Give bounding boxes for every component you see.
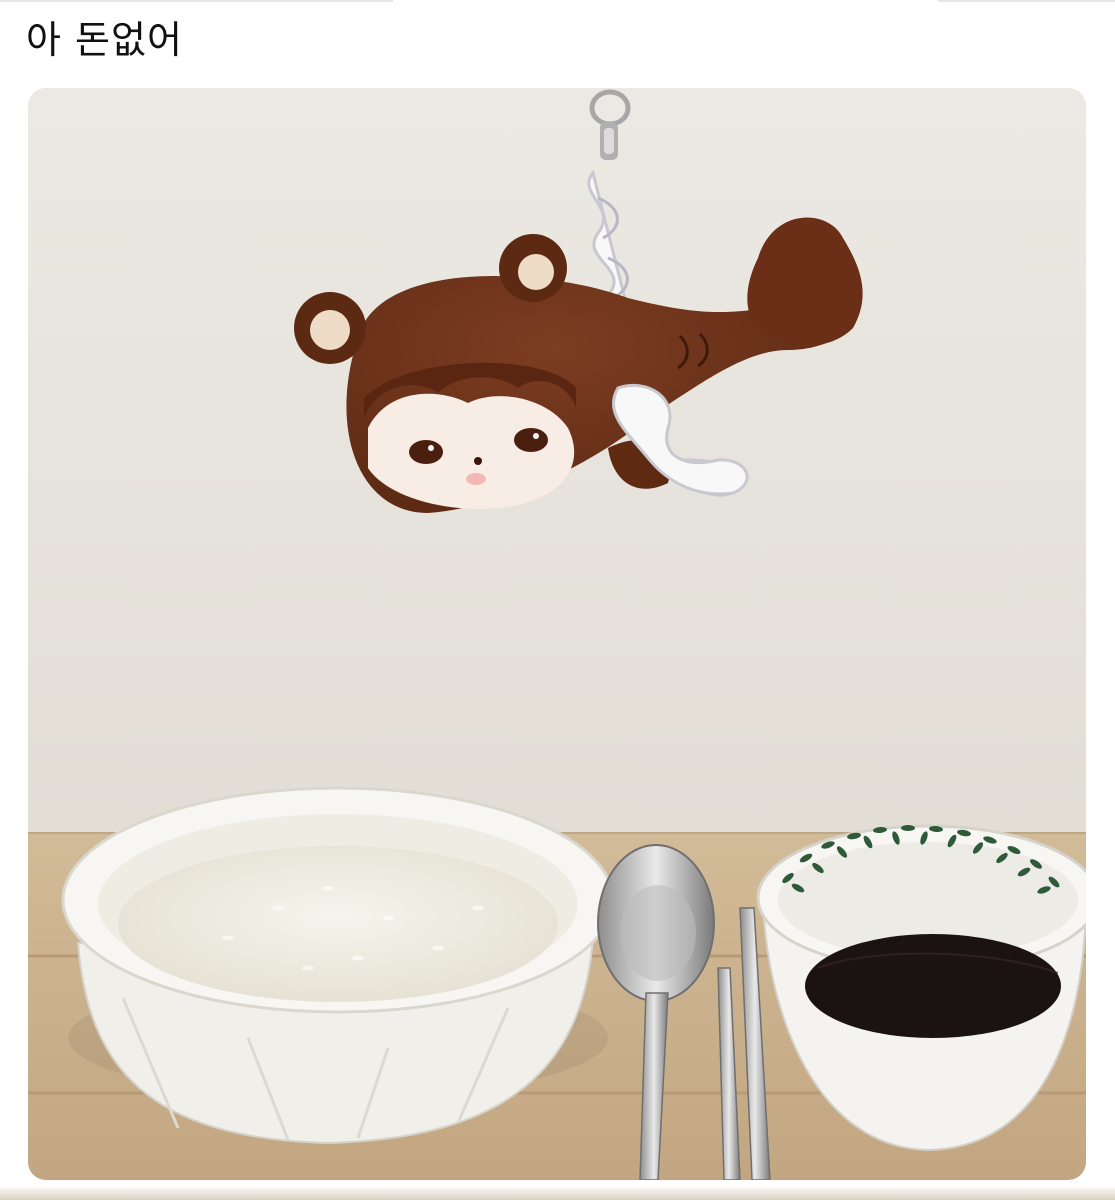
top-divider-left: [0, 0, 393, 2]
post-text: 아 돈없어: [26, 18, 183, 62]
next-post-edge: [0, 1186, 1115, 1200]
post-media-photo[interactable]: [28, 88, 1086, 1180]
top-divider-right: [938, 0, 1115, 2]
photo-illustration: [28, 88, 1086, 1180]
